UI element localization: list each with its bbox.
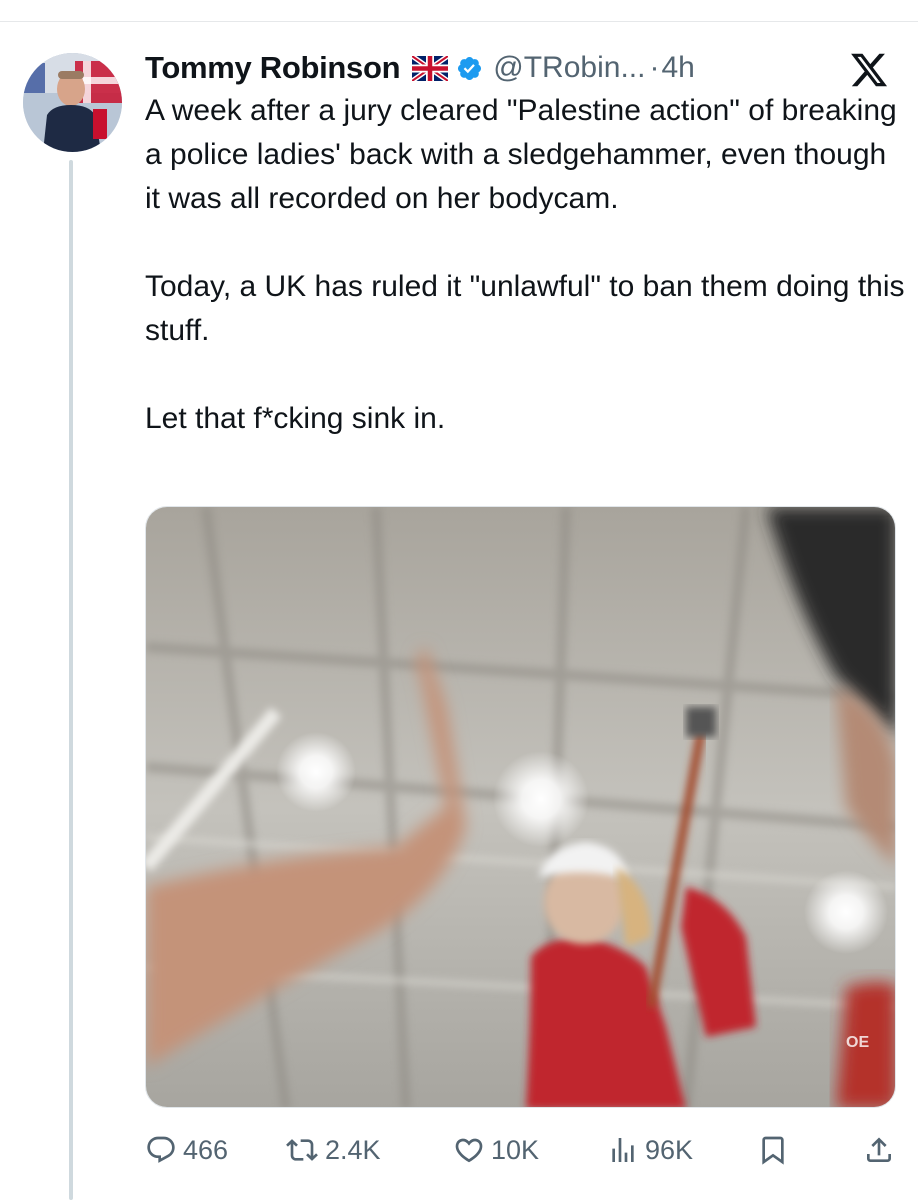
tweet-paragraph-2: Today, a UK has ruled it "unlawful" to b… bbox=[145, 270, 905, 347]
reply-count: 466 bbox=[183, 1134, 229, 1165]
tweet-paragraph-3: Let that f*cking sink in. bbox=[145, 402, 446, 435]
thread-line bbox=[69, 160, 73, 1200]
timestamp[interactable]: 4h bbox=[661, 51, 694, 85]
repost-button[interactable]: 2.4K bbox=[285, 1126, 381, 1174]
author-display-name[interactable]: Tommy Robinson bbox=[145, 50, 401, 86]
tweet-text: A week after a jury cleared "Palestine a… bbox=[145, 89, 905, 441]
avatar[interactable] bbox=[23, 53, 122, 152]
repost-icon bbox=[286, 1139, 318, 1161]
views-icon bbox=[612, 1138, 634, 1162]
author-handle[interactable]: @TRobin... bbox=[493, 51, 645, 85]
share-button[interactable] bbox=[863, 1126, 895, 1174]
tweet-header: Tommy Robinson @TRobin... · 4h bbox=[145, 46, 695, 90]
tweet-actions: 466 2.4K 10K 96K bbox=[145, 1126, 895, 1174]
bookmark-icon bbox=[762, 1136, 784, 1165]
like-button[interactable]: 10K bbox=[453, 1126, 539, 1174]
like-icon bbox=[455, 1138, 483, 1163]
verified-badge-icon bbox=[456, 55, 483, 82]
separator-dot: · bbox=[649, 51, 660, 84]
x-logo-icon bbox=[848, 50, 890, 90]
tweet-media-image[interactable]: OE bbox=[145, 506, 896, 1108]
top-divider bbox=[0, 21, 918, 22]
reply-button[interactable]: 466 bbox=[145, 1126, 228, 1174]
reply-icon bbox=[147, 1136, 175, 1163]
tweet-paragraph-1: A week after a jury cleared "Palestine a… bbox=[145, 94, 897, 215]
uk-flag-icon bbox=[410, 53, 450, 83]
like-count: 10K bbox=[491, 1134, 540, 1165]
repost-count: 2.4K bbox=[325, 1134, 381, 1165]
bookmark-button[interactable] bbox=[757, 1126, 789, 1174]
views-count: 96K bbox=[645, 1134, 694, 1165]
share-icon bbox=[867, 1137, 891, 1162]
svg-text:OE: OE bbox=[846, 1034, 869, 1051]
views-button[interactable]: 96K bbox=[607, 1126, 693, 1174]
